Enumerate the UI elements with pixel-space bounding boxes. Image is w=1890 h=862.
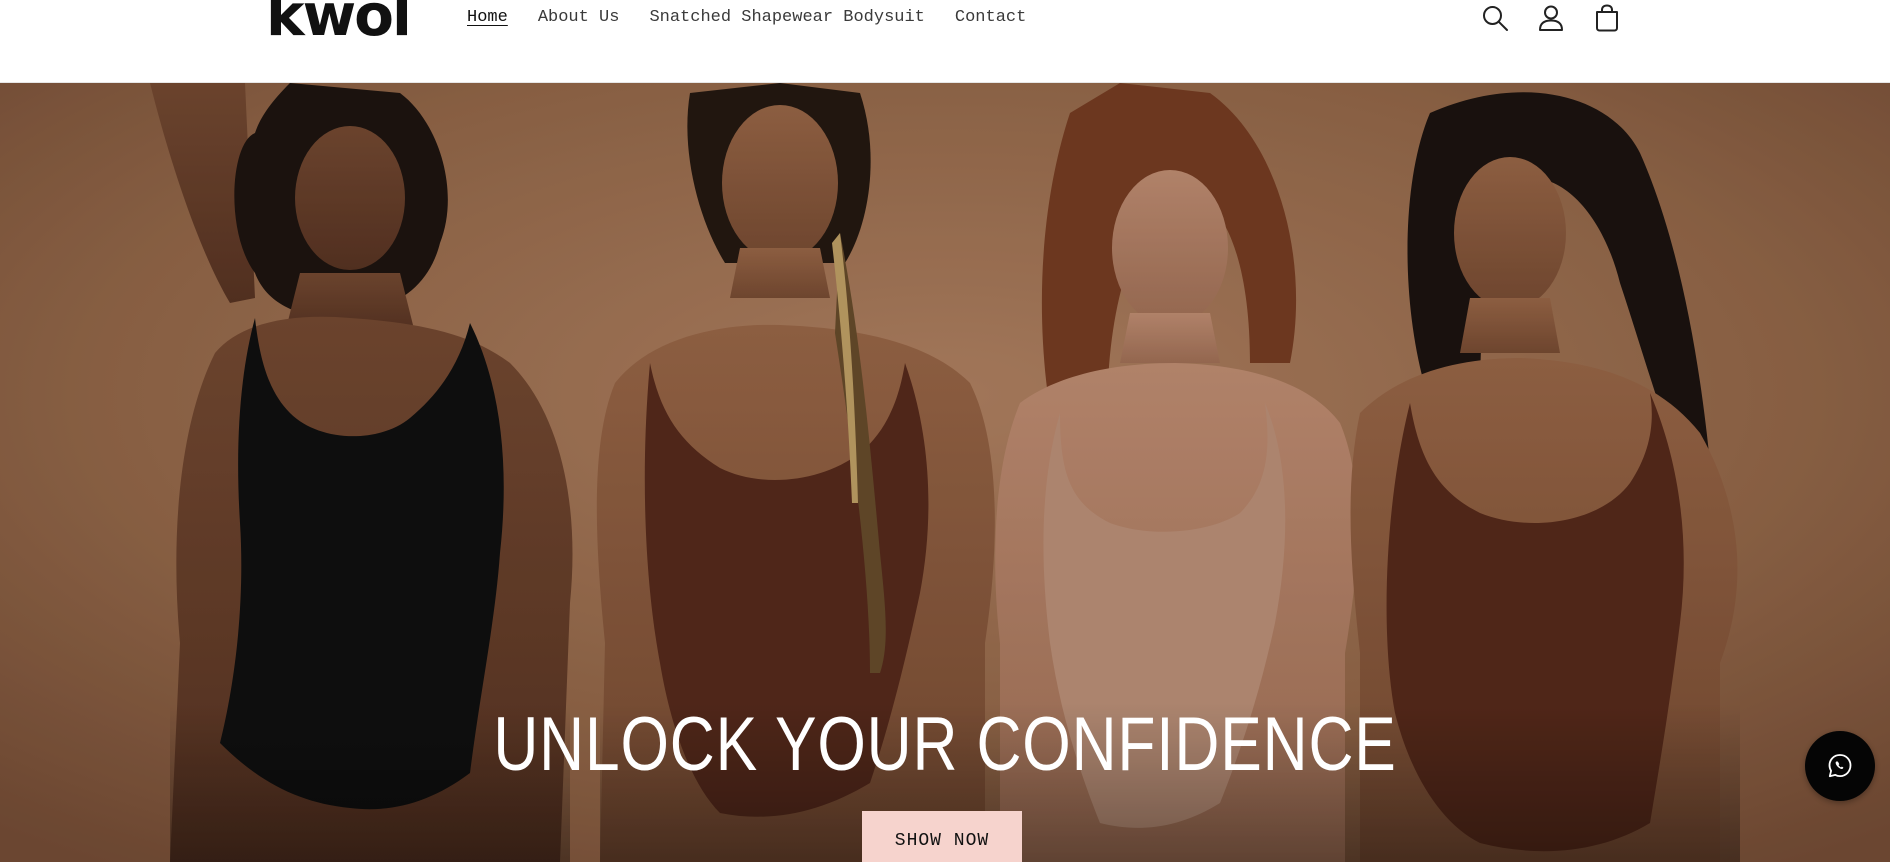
search-icon[interactable] — [1480, 2, 1510, 34]
show-now-button[interactable]: SHOW NOW — [862, 811, 1022, 862]
nav-item-snatched-shapewear-bodysuit[interactable]: Snatched Shapewear Bodysuit — [649, 8, 924, 27]
nav-item-contact[interactable]: Contact — [955, 8, 1026, 27]
site-header: kwol Home About Us Snatched Shapewear Bo… — [0, 0, 1890, 83]
header-icons — [1480, 2, 1622, 34]
nav-item-home[interactable]: Home — [467, 8, 508, 27]
hero-headline: UNLOCK YOUR CONFIDENCE — [493, 702, 1397, 787]
hero-banner: UNLOCK YOUR CONFIDENCE SHOW NOW — [0, 83, 1890, 862]
account-icon[interactable] — [1536, 2, 1566, 34]
whatsapp-chat-button[interactable] — [1805, 731, 1875, 801]
main-nav: Home About Us Snatched Shapewear Bodysui… — [467, 8, 1026, 27]
whatsapp-icon — [1828, 754, 1852, 778]
nav-item-about-us[interactable]: About Us — [538, 8, 620, 27]
brand-logo[interactable]: kwol — [266, 0, 412, 44]
cart-icon[interactable] — [1592, 2, 1622, 34]
